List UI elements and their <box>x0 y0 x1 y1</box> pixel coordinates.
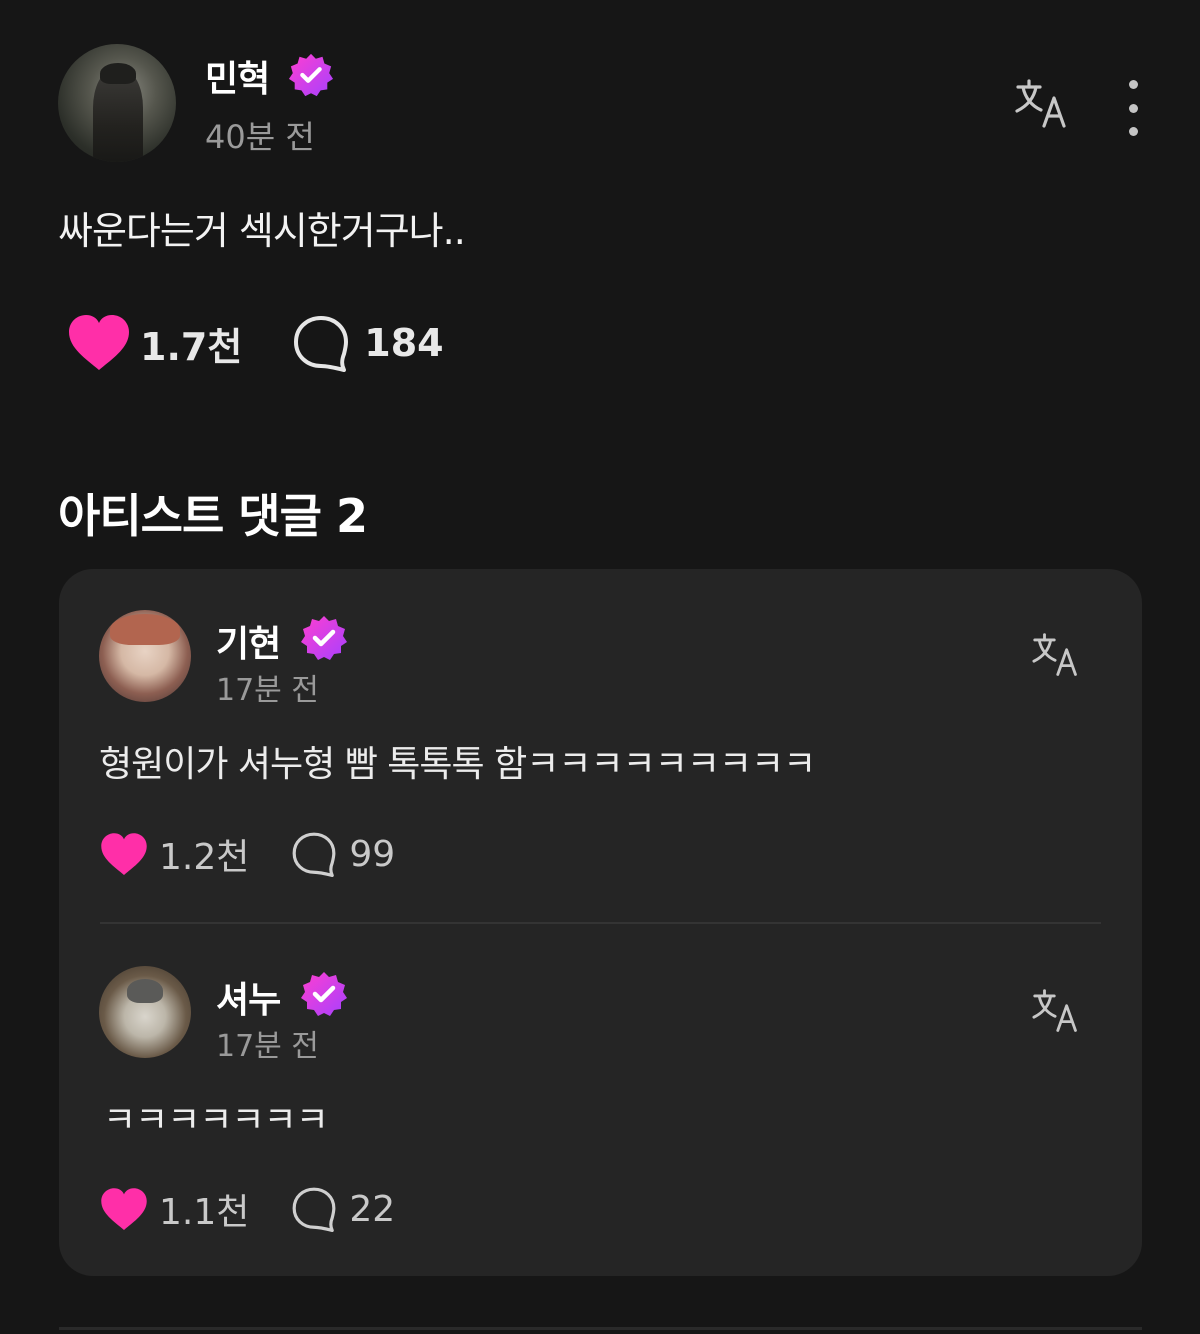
comment-author-name[interactable]: 셔누 <box>216 971 281 1023</box>
more-options-icon[interactable] <box>1125 80 1141 136</box>
comment-author-avatar[interactable] <box>99 610 191 702</box>
artist-comments-card: 기현 17분 전 형원이가 셔누형 빰 톡톡톡 함ㅋㅋㅋㅋㅋㅋㅋㅋㅋ 1.2천 … <box>59 569 1142 1276</box>
heart-icon[interactable] <box>66 312 132 374</box>
comment-divider <box>100 922 1101 924</box>
comment-time: 17분 전 <box>216 1029 319 1064</box>
translate-icon[interactable] <box>1031 988 1081 1034</box>
post-reactions: 1.7천 184 <box>66 312 444 374</box>
comment-author-avatar[interactable] <box>99 966 191 1058</box>
verified-badge-icon <box>288 53 334 97</box>
artist-comments-title: 아티스트 댓글 2 <box>58 489 368 543</box>
comment-reactions: 1.1천 22 <box>99 1183 395 1235</box>
comment-text: 형원이가 셔누형 빰 톡톡톡 함ㅋㅋㅋㅋㅋㅋㅋㅋㅋ <box>99 744 816 785</box>
comment-reply-count: 22 <box>349 1188 396 1230</box>
heart-icon[interactable] <box>99 831 149 878</box>
comment-bubble-icon[interactable] <box>291 1186 337 1232</box>
comment-reactions: 1.2천 99 <box>99 828 395 880</box>
comment-like-count: 1.1천 <box>159 1192 250 1233</box>
section-divider <box>59 1327 1142 1330</box>
comment-bubble-icon[interactable] <box>291 831 337 877</box>
comment-time: 17분 전 <box>216 673 319 708</box>
post-header: 민혁 40분 전 <box>58 44 1158 164</box>
comment-like-count: 1.2천 <box>159 837 250 878</box>
post-time: 40분 전 <box>205 118 315 156</box>
post-text: 싸운다는거 섹시한거구나.. <box>58 209 466 253</box>
comment-reply-count: 99 <box>349 833 396 875</box>
translate-icon[interactable] <box>1014 78 1070 130</box>
author-name[interactable]: 민혁 <box>205 50 270 102</box>
post-like-count: 1.7천 <box>140 324 243 369</box>
comment-bubble-icon[interactable] <box>292 314 350 372</box>
post-comment-count: 184 <box>364 321 444 365</box>
comment-author-name[interactable]: 기현 <box>216 615 281 667</box>
verified-badge-icon <box>301 972 347 1016</box>
comment-text: ㅋㅋㅋㅋㅋㅋㅋ <box>103 1100 329 1141</box>
verified-badge-icon <box>301 616 347 660</box>
author-avatar[interactable] <box>58 44 176 162</box>
heart-icon[interactable] <box>99 1186 149 1233</box>
translate-icon[interactable] <box>1031 632 1081 678</box>
